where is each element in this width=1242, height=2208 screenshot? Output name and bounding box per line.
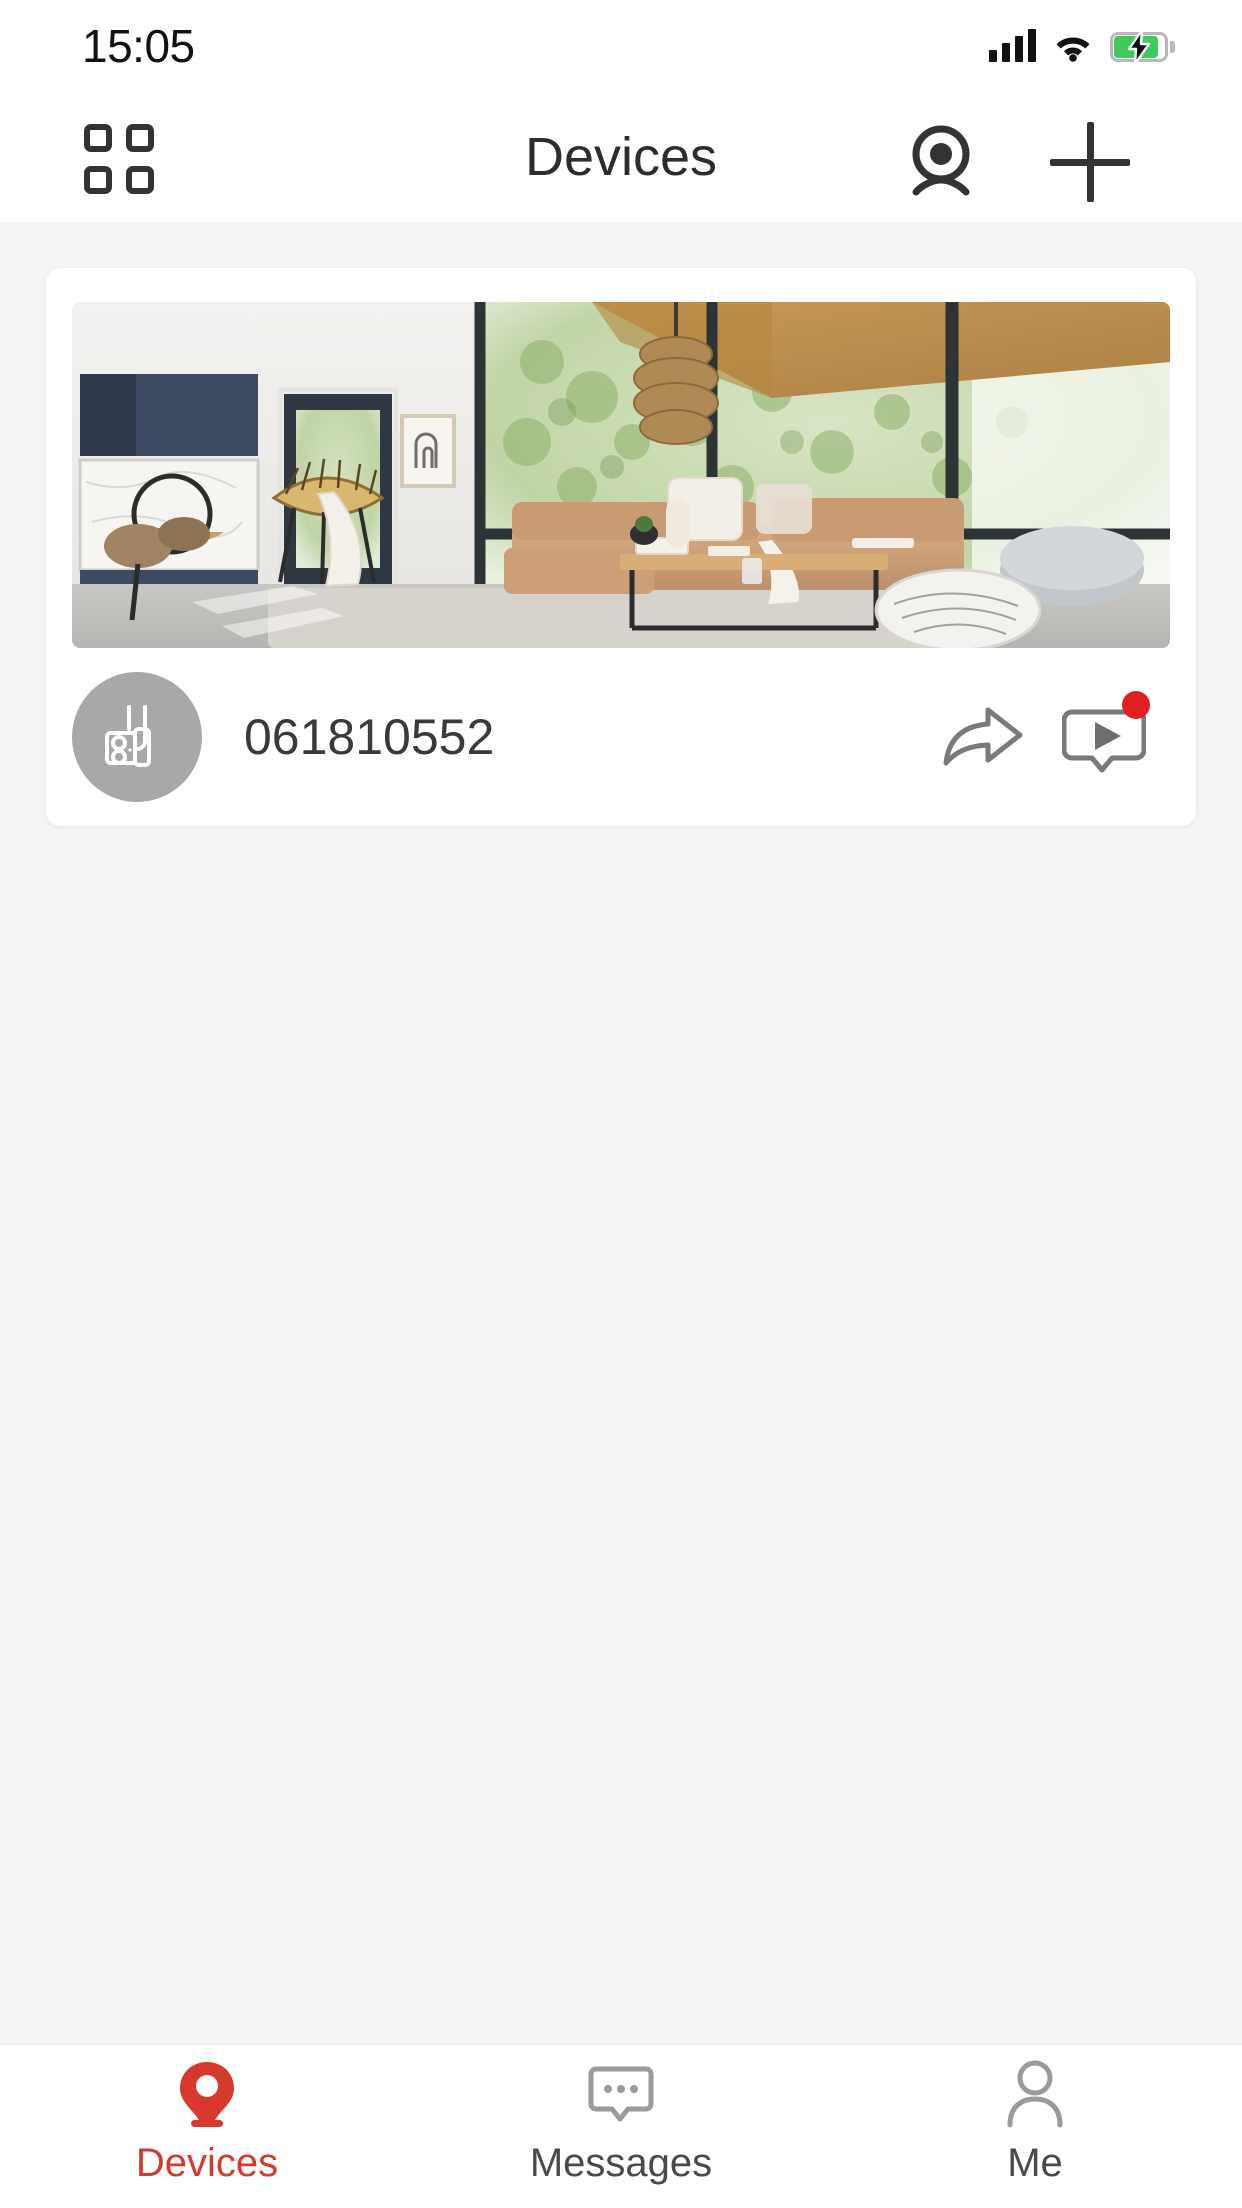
tab-messages[interactable]: Messages [414, 2057, 828, 2186]
cellular-signal-icon [989, 29, 1036, 62]
tab-me[interactable]: Me [828, 2057, 1242, 2186]
camera-dome-icon [174, 2057, 240, 2131]
app-header: Devices [0, 92, 1242, 222]
tab-messages-label: Messages [529, 2141, 713, 2185]
tab-me-label: Me [1007, 2141, 1063, 2185]
unread-badge [1122, 691, 1150, 719]
device-snapshot[interactable] [72, 302, 1170, 648]
chat-bubble-icon [588, 2057, 654, 2131]
status-icon-group [989, 28, 1175, 66]
status-clock: 15:05 [82, 20, 195, 72]
tab-devices-label: Devices [135, 2141, 279, 2185]
device-name: 061810552 [244, 709, 495, 765]
plus-icon[interactable] [1050, 122, 1130, 202]
person-icon [1004, 2057, 1066, 2131]
tab-devices[interactable]: Devices [0, 2057, 414, 2186]
battery-charging-icon [1110, 28, 1175, 66]
status-bar: 15:05 [0, 0, 1242, 92]
security-camera-icon [72, 672, 202, 802]
webcam-icon[interactable] [900, 120, 982, 200]
wifi-icon [1053, 30, 1093, 62]
devices-list: 061810552 [0, 222, 1242, 2044]
device-info-row: 061810552 [46, 648, 1196, 826]
video-message-icon[interactable] [1056, 689, 1152, 785]
device-card[interactable]: 061810552 [46, 268, 1196, 826]
app-screen: 15:05 Devices 061810552 Devices Messages… [0, 0, 1242, 2208]
share-arrow-icon[interactable] [936, 689, 1032, 785]
bottom-tab-bar: Devices Messages Me [0, 2044, 1242, 2208]
